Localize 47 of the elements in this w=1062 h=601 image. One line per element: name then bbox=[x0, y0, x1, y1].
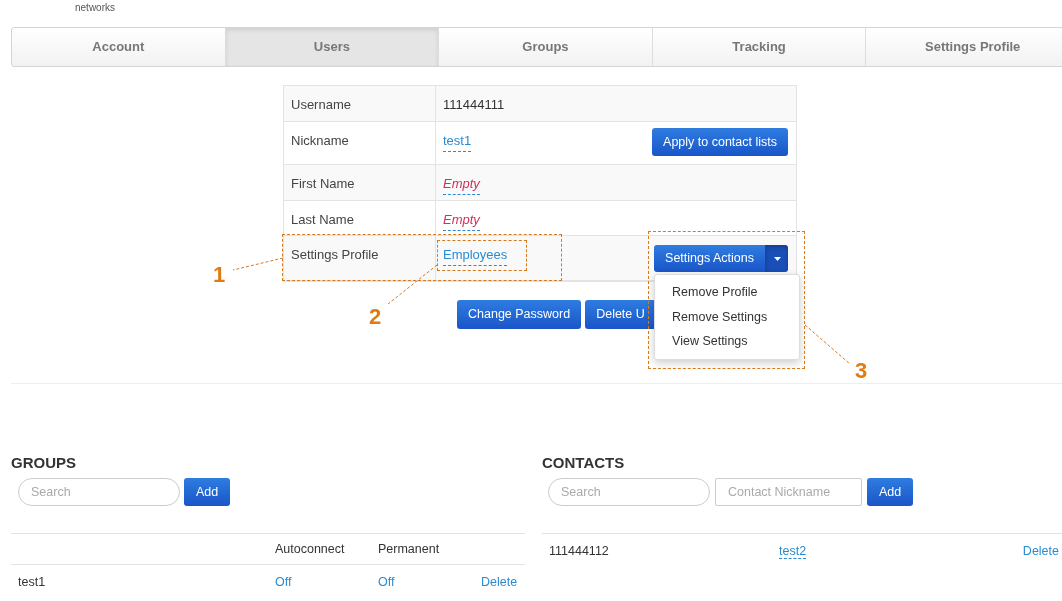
editable-link[interactable]: test2 bbox=[779, 543, 807, 559]
leader-line bbox=[232, 257, 284, 271]
menu-item[interactable]: View Settings bbox=[655, 329, 800, 354]
editable-link[interactable]: test1 bbox=[443, 131, 472, 152]
column-header: Permanent bbox=[378, 541, 440, 556]
add-button[interactable]: Add bbox=[184, 478, 230, 506]
tab[interactable]: Users bbox=[225, 28, 440, 66]
search-field[interactable]: Search bbox=[18, 478, 180, 506]
tab[interactable]: Groups bbox=[439, 28, 653, 66]
header-text: networks bbox=[75, 2, 115, 13]
action-button[interactable]: Delete U bbox=[585, 300, 656, 329]
input-field[interactable]: Contact Nickname bbox=[715, 478, 862, 506]
column-header: Autoconnect bbox=[275, 541, 345, 556]
toggle-link[interactable]: Off bbox=[378, 574, 395, 589]
section-heading: CONTACTS bbox=[542, 453, 626, 472]
dropdown-toggle[interactable] bbox=[765, 245, 788, 272]
field-label: First Name bbox=[291, 176, 355, 191]
menu-item[interactable]: Remove Profile bbox=[655, 280, 800, 305]
editable-link[interactable]: Empty bbox=[443, 174, 480, 195]
leader-line bbox=[387, 264, 438, 305]
editable-link[interactable]: Employees bbox=[443, 245, 508, 266]
tab[interactable]: Account bbox=[12, 28, 226, 66]
tab[interactable]: Tracking bbox=[652, 28, 867, 66]
tab[interactable]: Settings Profile bbox=[866, 28, 1062, 66]
field-label: Username bbox=[291, 97, 351, 112]
menu-item[interactable]: Remove Settings bbox=[655, 304, 800, 329]
add-button[interactable]: Add bbox=[867, 478, 913, 506]
apply-button[interactable]: Apply to contact lists bbox=[652, 128, 788, 156]
field-value: 111444111 bbox=[443, 96, 505, 114]
table-cell: test1 bbox=[18, 574, 46, 589]
delete-link[interactable]: Delete bbox=[1022, 543, 1059, 558]
toggle-link[interactable]: Off bbox=[275, 574, 292, 589]
delete-link[interactable]: Delete bbox=[481, 574, 518, 589]
caret-icon bbox=[773, 256, 781, 261]
table-cell: 111444112 bbox=[549, 543, 609, 558]
field-label: Last Name bbox=[291, 212, 354, 227]
section-heading: GROUPS bbox=[11, 453, 77, 472]
callout-number: 2 bbox=[369, 306, 382, 328]
leader-line bbox=[804, 324, 851, 365]
field-label: Nickname bbox=[291, 133, 349, 148]
action-button[interactable]: Change Password bbox=[457, 300, 582, 329]
callout-number: 3 bbox=[855, 360, 868, 382]
search-field[interactable]: Search bbox=[548, 478, 710, 506]
callout-number: 1 bbox=[213, 264, 226, 286]
settings-actions-button[interactable]: Settings Actions bbox=[654, 245, 765, 272]
editable-link[interactable]: Empty bbox=[443, 210, 480, 231]
field-label: Settings Profile bbox=[291, 247, 379, 262]
